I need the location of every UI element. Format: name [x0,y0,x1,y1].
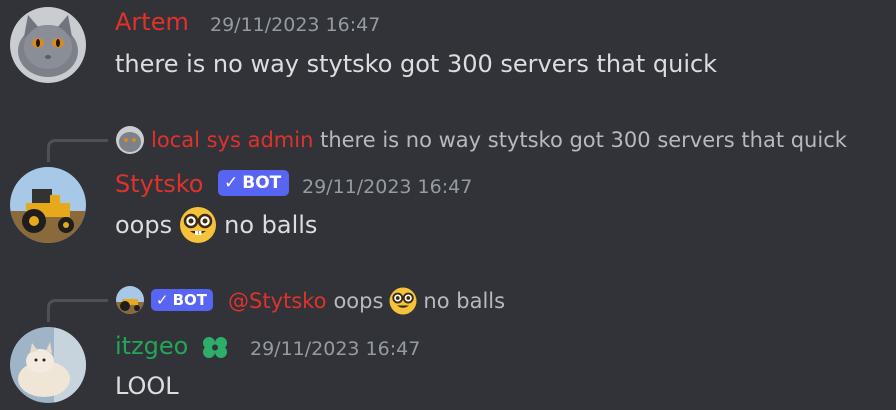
reply-author-avatar[interactable] [116,126,144,154]
author-name[interactable]: Stytsko [115,170,204,198]
author-name[interactable]: Artem [115,8,189,36]
message-timestamp: 29/11/2023 16:47 [302,176,473,198]
reply-preview[interactable]: @Stytsko oops no balls [228,286,505,316]
author-name[interactable]: itzgeo [115,332,188,360]
reply-mention[interactable]: @Stytsko [228,288,326,314]
reply-preview[interactable]: local sys admin there is no way stytsko … [151,127,847,153]
check-icon: ✓ [224,173,239,193]
reply-spine [47,139,108,162]
message-content: there is no way stytsko got 300 servers … [115,50,718,78]
message-text-after: no balls [224,211,318,239]
nerd-face-emoji[interactable] [178,205,218,245]
reply-author-avatar[interactable] [116,286,144,314]
reply-text-before: oops [333,289,384,313]
message-content: LOOL [115,372,179,400]
dog-avatar-image [10,327,86,403]
tractor-avatar-small-image [116,286,144,314]
message-text-before: oops [115,211,173,239]
check-icon: ✓ [156,291,169,309]
bot-tag: ✓ BOT [218,170,290,196]
reply-spine [47,299,108,322]
artem-avatar[interactable] [10,7,86,83]
bot-tag-label: BOT [172,291,207,309]
cat-avatar-image [10,7,86,83]
bot-tag-label: BOT [242,173,282,193]
reply-text-after: no balls [423,289,506,313]
message-content: oops no balls [115,207,317,243]
stytsko-avatar[interactable] [10,167,86,243]
tractor-avatar-image [10,167,86,243]
message-timestamp: 29/11/2023 16:47 [250,338,421,360]
bot-tag: ✓ BOT [151,289,213,311]
itzgeo-avatar[interactable] [10,327,86,403]
nerd-face-emoji [388,286,418,316]
message-timestamp: 29/11/2023 16:47 [210,14,381,36]
reply-content: there is no way stytsko got 300 servers … [320,128,847,152]
clover-icon [199,333,231,361]
reply-author-name[interactable]: local sys admin [151,128,313,152]
admin-avatar-image [116,126,144,154]
